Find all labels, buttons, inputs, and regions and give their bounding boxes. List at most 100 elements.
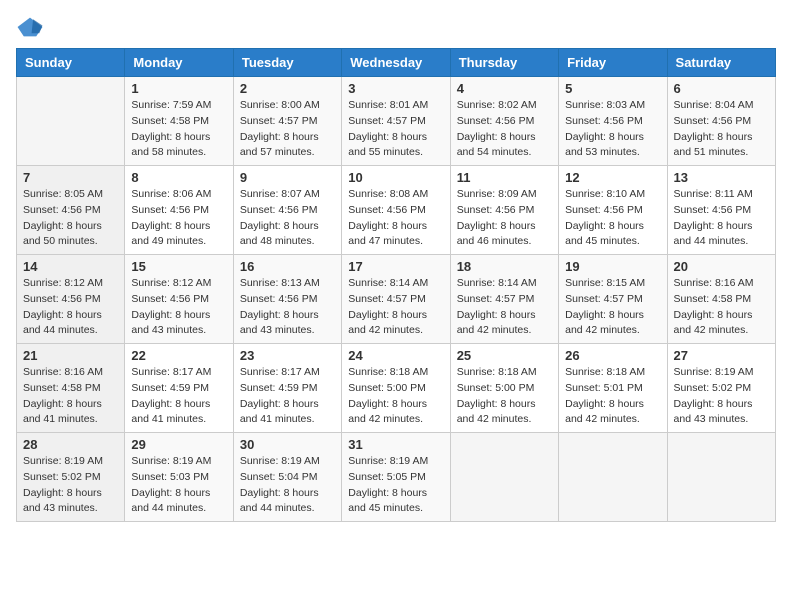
day-number: 8	[131, 170, 226, 185]
calendar-cell: 13 Sunrise: 8:11 AMSunset: 4:56 PMDayligh…	[667, 166, 775, 255]
day-info: Sunrise: 8:16 AMSunset: 4:58 PMDaylight:…	[23, 365, 118, 428]
calendar-cell: 16 Sunrise: 8:13 AMSunset: 4:56 PMDayligh…	[233, 255, 341, 344]
day-number: 17	[348, 259, 443, 274]
week-row-3: 14 Sunrise: 8:12 AMSunset: 4:56 PMDayligh…	[17, 255, 776, 344]
day-number: 19	[565, 259, 660, 274]
day-number: 22	[131, 348, 226, 363]
day-info: Sunrise: 8:16 AMSunset: 4:58 PMDaylight:…	[674, 276, 769, 339]
day-info: Sunrise: 8:02 AMSunset: 4:56 PMDaylight:…	[457, 98, 552, 161]
calendar-cell: 10 Sunrise: 8:08 AMSunset: 4:56 PMDayligh…	[342, 166, 450, 255]
day-number: 9	[240, 170, 335, 185]
day-info: Sunrise: 8:17 AMSunset: 4:59 PMDaylight:…	[131, 365, 226, 428]
day-number: 2	[240, 81, 335, 96]
day-info: Sunrise: 8:19 AMSunset: 5:02 PMDaylight:…	[23, 454, 118, 517]
day-number: 21	[23, 348, 118, 363]
day-number: 12	[565, 170, 660, 185]
logo	[16, 16, 48, 38]
calendar-cell: 31 Sunrise: 8:19 AMSunset: 5:05 PMDayligh…	[342, 433, 450, 522]
day-number: 26	[565, 348, 660, 363]
calendar-cell: 11 Sunrise: 8:09 AMSunset: 4:56 PMDayligh…	[450, 166, 558, 255]
calendar-cell: 18Sunrise: 8:14 AMSunset: 4:57 PMDayligh…	[450, 255, 558, 344]
calendar-cell: 26 Sunrise: 8:18 AMSunset: 5:01 PMDayligh…	[559, 344, 667, 433]
calendar-cell: 22 Sunrise: 8:17 AMSunset: 4:59 PMDayligh…	[125, 344, 233, 433]
day-info: Sunrise: 8:13 AMSunset: 4:56 PMDaylight:…	[240, 276, 335, 339]
calendar-cell: 4Sunrise: 8:02 AMSunset: 4:56 PMDaylight…	[450, 77, 558, 166]
day-number: 29	[131, 437, 226, 452]
calendar-cell: 8 Sunrise: 8:06 AMSunset: 4:56 PMDaylight…	[125, 166, 233, 255]
day-info: Sunrise: 8:17 AMSunset: 4:59 PMDaylight:…	[240, 365, 335, 428]
day-info: Sunrise: 8:05 AMSunset: 4:56 PMDaylight:…	[23, 187, 118, 250]
day-info: Sunrise: 8:10 AMSunset: 4:56 PMDaylight:…	[565, 187, 660, 250]
day-info: Sunrise: 8:19 AMSunset: 5:03 PMDaylight:…	[131, 454, 226, 517]
weekday-header-wednesday: Wednesday	[342, 49, 450, 77]
day-info: Sunrise: 7:59 AMSunset: 4:58 PMDaylight:…	[131, 98, 226, 161]
calendar-cell: 12 Sunrise: 8:10 AMSunset: 4:56 PMDayligh…	[559, 166, 667, 255]
day-info: Sunrise: 8:07 AMSunset: 4:56 PMDaylight:…	[240, 187, 335, 250]
day-info: Sunrise: 8:14 AMSunset: 4:57 PMDaylight:…	[348, 276, 443, 339]
day-info: Sunrise: 8:09 AMSunset: 4:56 PMDaylight:…	[457, 187, 552, 250]
day-number: 24	[348, 348, 443, 363]
day-number: 25	[457, 348, 552, 363]
day-number: 30	[240, 437, 335, 452]
day-number: 15	[131, 259, 226, 274]
calendar-cell	[559, 433, 667, 522]
calendar-cell: 24 Sunrise: 8:18 AMSunset: 5:00 PMDayligh…	[342, 344, 450, 433]
day-number: 27	[674, 348, 769, 363]
week-row-5: 28Sunrise: 8:19 AMSunset: 5:02 PMDayligh…	[17, 433, 776, 522]
calendar-cell: 3 Sunrise: 8:01 AMSunset: 4:57 PMDaylight…	[342, 77, 450, 166]
calendar-cell: 2Sunrise: 8:00 AMSunset: 4:57 PMDaylight…	[233, 77, 341, 166]
calendar-cell: 19 Sunrise: 8:15 AMSunset: 4:57 PMDayligh…	[559, 255, 667, 344]
calendar-cell	[17, 77, 125, 166]
day-number: 11	[457, 170, 552, 185]
calendar-cell: 15 Sunrise: 8:12 AMSunset: 4:56 PMDayligh…	[125, 255, 233, 344]
calendar-cell	[450, 433, 558, 522]
day-number: 5	[565, 81, 660, 96]
day-number: 7	[23, 170, 118, 185]
day-number: 1	[131, 81, 226, 96]
week-row-1: 1 Sunrise: 7:59 AMSunset: 4:58 PMDaylight…	[17, 77, 776, 166]
day-number: 31	[348, 437, 443, 452]
day-number: 14	[23, 259, 118, 274]
calendar-cell: 28Sunrise: 8:19 AMSunset: 5:02 PMDayligh…	[17, 433, 125, 522]
weekday-header-tuesday: Tuesday	[233, 49, 341, 77]
day-number: 16	[240, 259, 335, 274]
day-info: Sunrise: 8:18 AMSunset: 5:00 PMDaylight:…	[348, 365, 443, 428]
day-info: Sunrise: 8:15 AMSunset: 4:57 PMDaylight:…	[565, 276, 660, 339]
day-number: 20	[674, 259, 769, 274]
weekday-header-sunday: Sunday	[17, 49, 125, 77]
day-info: Sunrise: 8:08 AMSunset: 4:56 PMDaylight:…	[348, 187, 443, 250]
calendar-cell: 17 Sunrise: 8:14 AMSunset: 4:57 PMDayligh…	[342, 255, 450, 344]
calendar-cell: 14 Sunrise: 8:12 AMSunset: 4:56 PMDayligh…	[17, 255, 125, 344]
weekday-header-row: SundayMondayTuesdayWednesdayThursdayFrid…	[17, 49, 776, 77]
calendar-cell: 9 Sunrise: 8:07 AMSunset: 4:56 PMDaylight…	[233, 166, 341, 255]
calendar-cell: 20 Sunrise: 8:16 AMSunset: 4:58 PMDayligh…	[667, 255, 775, 344]
day-number: 10	[348, 170, 443, 185]
day-info: Sunrise: 8:03 AMSunset: 4:56 PMDaylight:…	[565, 98, 660, 161]
weekday-header-saturday: Saturday	[667, 49, 775, 77]
calendar-cell: 1 Sunrise: 7:59 AMSunset: 4:58 PMDaylight…	[125, 77, 233, 166]
calendar-cell: 25Sunrise: 8:18 AMSunset: 5:00 PMDayligh…	[450, 344, 558, 433]
day-number: 3	[348, 81, 443, 96]
calendar-cell	[667, 433, 775, 522]
week-row-2: 7 Sunrise: 8:05 AMSunset: 4:56 PMDaylight…	[17, 166, 776, 255]
calendar-cell: 6Sunrise: 8:04 AMSunset: 4:56 PMDaylight…	[667, 77, 775, 166]
day-number: 6	[674, 81, 769, 96]
day-info: Sunrise: 8:14 AMSunset: 4:57 PMDaylight:…	[457, 276, 552, 339]
day-info: Sunrise: 8:11 AMSunset: 4:56 PMDaylight:…	[674, 187, 769, 250]
calendar-cell: 7 Sunrise: 8:05 AMSunset: 4:56 PMDaylight…	[17, 166, 125, 255]
generalblue-icon	[16, 16, 44, 38]
day-info: Sunrise: 8:06 AMSunset: 4:56 PMDaylight:…	[131, 187, 226, 250]
day-info: Sunrise: 8:18 AMSunset: 5:01 PMDaylight:…	[565, 365, 660, 428]
day-info: Sunrise: 8:19 AMSunset: 5:05 PMDaylight:…	[348, 454, 443, 517]
calendar-cell: 5 Sunrise: 8:03 AMSunset: 4:56 PMDaylight…	[559, 77, 667, 166]
day-info: Sunrise: 8:12 AMSunset: 4:56 PMDaylight:…	[131, 276, 226, 339]
day-number: 13	[674, 170, 769, 185]
day-info: Sunrise: 8:12 AMSunset: 4:56 PMDaylight:…	[23, 276, 118, 339]
calendar-cell: 21 Sunrise: 8:16 AMSunset: 4:58 PMDayligh…	[17, 344, 125, 433]
calendar-table: SundayMondayTuesdayWednesdayThursdayFrid…	[16, 48, 776, 522]
day-number: 23	[240, 348, 335, 363]
day-info: Sunrise: 8:01 AMSunset: 4:57 PMDaylight:…	[348, 98, 443, 161]
weekday-header-monday: Monday	[125, 49, 233, 77]
calendar-cell: 27Sunrise: 8:19 AMSunset: 5:02 PMDayligh…	[667, 344, 775, 433]
day-info: Sunrise: 8:19 AMSunset: 5:04 PMDaylight:…	[240, 454, 335, 517]
